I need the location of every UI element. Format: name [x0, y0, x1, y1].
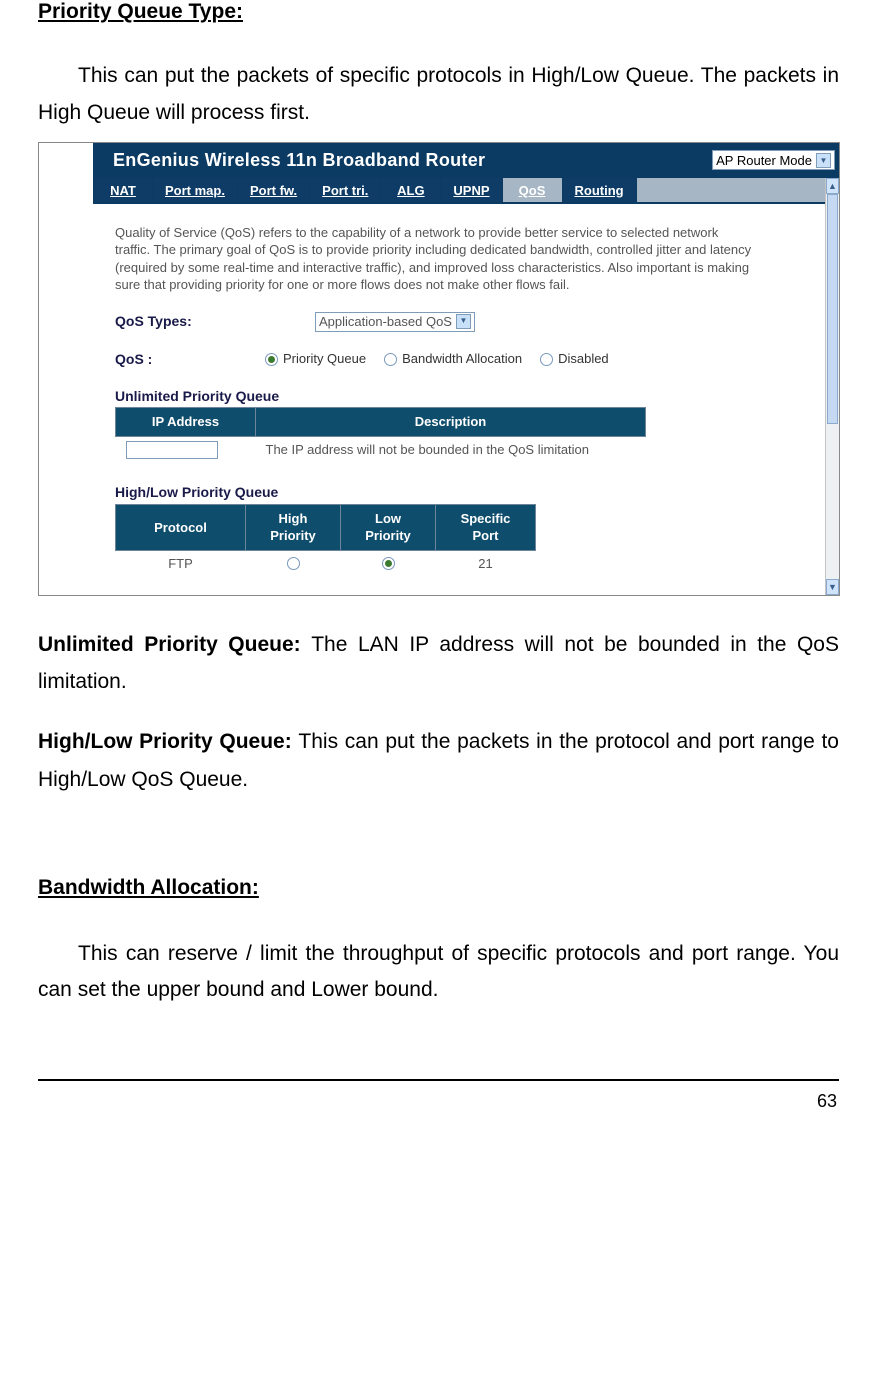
- section-title-bandwidth: Bandwidth Allocation:: [38, 876, 839, 900]
- chevron-down-icon: ▼: [816, 153, 831, 168]
- hlpq-header-protocol: Protocol: [116, 504, 246, 550]
- qos-label: QoS :: [115, 350, 205, 369]
- tab-porttri[interactable]: Port tri.: [310, 178, 381, 202]
- radio-icon: [384, 353, 397, 366]
- router-screenshot: EnGenius Wireless 11n Broadband Router A…: [38, 142, 840, 596]
- tab-bar: NAT Port map. Port fw. Port tri. ALG UPN…: [93, 178, 839, 204]
- hlpq-header-low: Low Priority: [341, 504, 436, 550]
- hlpq-header-high: High Priority: [246, 504, 341, 550]
- upq-table: IP Address Description The IP address wi…: [115, 407, 646, 463]
- radio-icon: [265, 353, 278, 366]
- radio-label: Bandwidth Allocation: [402, 350, 522, 368]
- mode-select[interactable]: AP Router Mode ▼: [712, 150, 835, 170]
- upq-header-ip: IP Address: [116, 408, 256, 437]
- radio-bandwidth-allocation[interactable]: Bandwidth Allocation: [384, 350, 522, 368]
- ip-address-input[interactable]: [126, 441, 218, 459]
- tab-alg[interactable]: ALG: [381, 178, 441, 202]
- scrollbar[interactable]: ▲ ▼: [825, 178, 839, 595]
- router-title: EnGenius Wireless 11n Broadband Router: [93, 150, 712, 171]
- radio-label: Disabled: [558, 350, 609, 368]
- tab-portmap[interactable]: Port map.: [153, 178, 238, 202]
- qos-panel: Quality of Service (QoS) refers to the c…: [93, 204, 839, 595]
- def-hlpq: High/Low Priority Queue: This can put th…: [38, 723, 839, 799]
- page-number: 63: [38, 1091, 839, 1112]
- qos-types-value: Application-based QoS: [319, 313, 452, 331]
- qos-intro-text: Quality of Service (QoS) refers to the c…: [115, 224, 755, 294]
- tab-qos[interactable]: QoS: [503, 178, 563, 202]
- logo-placeholder: [39, 143, 93, 178]
- hlpq-table: Protocol High Priority Low Priority Spec…: [115, 504, 536, 577]
- qos-types-dropdown[interactable]: Application-based QoS ▼: [315, 312, 475, 332]
- sidebar-strip: [39, 178, 93, 595]
- radio-disabled[interactable]: Disabled: [540, 350, 609, 368]
- qos-radio-group: Priority Queue Bandwidth Allocation Disa…: [265, 350, 609, 368]
- tab-nat[interactable]: NAT: [93, 178, 153, 202]
- tab-upnp[interactable]: UPNP: [441, 178, 502, 202]
- radio-high-priority[interactable]: [287, 557, 300, 570]
- upq-header-desc: Description: [256, 408, 646, 437]
- tab-routing[interactable]: Routing: [563, 178, 637, 202]
- scroll-down-icon[interactable]: ▼: [826, 579, 839, 595]
- router-header: EnGenius Wireless 11n Broadband Router A…: [39, 143, 839, 178]
- hlpq-heading: High/Low Priority Queue: [115, 483, 817, 502]
- hlpq-port-cell: 21: [436, 551, 536, 577]
- radio-priority-queue[interactable]: Priority Queue: [265, 350, 366, 368]
- table-row: FTP 21: [116, 551, 536, 577]
- chevron-down-icon: ▼: [456, 314, 471, 329]
- qos-types-label: QoS Types:: [115, 312, 255, 331]
- upq-heading: Unlimited Priority Queue: [115, 387, 817, 406]
- mode-select-value: AP Router Mode: [716, 153, 812, 168]
- section-title-priority-queue: Priority Queue Type:: [38, 0, 839, 24]
- upq-desc-cell: The IP address will not be bounded in th…: [256, 437, 646, 464]
- table-row: The IP address will not be bounded in th…: [116, 437, 646, 464]
- scroll-track[interactable]: [826, 194, 839, 579]
- paragraph-intro-1: This can put the packets of specific pro…: [38, 58, 839, 132]
- radio-label: Priority Queue: [283, 350, 366, 368]
- radio-icon: [540, 353, 553, 366]
- hlpq-header-port: Specific Port: [436, 504, 536, 550]
- def-upq: Unlimited Priority Queue: The LAN IP add…: [38, 626, 839, 702]
- page-footer: 63: [38, 1079, 839, 1112]
- hlpq-protocol-cell: FTP: [116, 551, 246, 577]
- scroll-up-icon[interactable]: ▲: [826, 178, 839, 194]
- tab-portfw[interactable]: Port fw.: [238, 178, 310, 202]
- scroll-thumb[interactable]: [827, 194, 838, 424]
- radio-low-priority[interactable]: [382, 557, 395, 570]
- paragraph-intro-2: This can reserve / limit the throughput …: [38, 936, 839, 1010]
